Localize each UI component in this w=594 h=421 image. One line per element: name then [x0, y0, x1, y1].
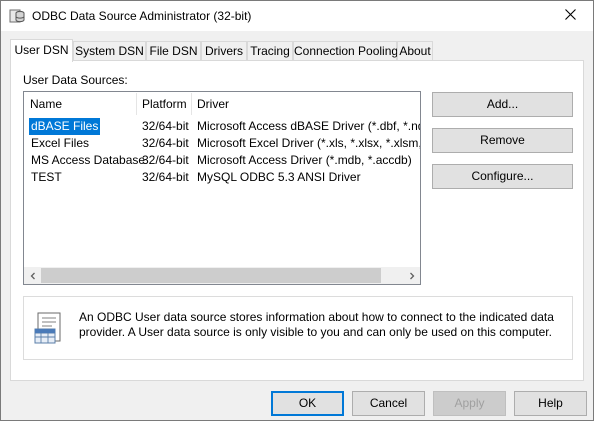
help-button[interactable]: Help	[514, 391, 587, 416]
list-item[interactable]: MS Access Database 32/64-bit Microsoft A…	[24, 152, 420, 169]
configure-button[interactable]: Configure...	[432, 164, 573, 189]
scroll-left-button[interactable]	[24, 267, 41, 284]
tab-drivers[interactable]: Drivers	[201, 41, 247, 60]
item-name: TEST	[31, 170, 62, 184]
scroll-thumb[interactable]	[41, 268, 381, 283]
column-header-platform[interactable]: Platform	[136, 92, 191, 116]
horizontal-scrollbar[interactable]	[24, 267, 420, 284]
item-driver: Microsoft Excel Driver (*.xls, *.xlsx, *…	[197, 136, 420, 150]
remove-button[interactable]: Remove	[432, 128, 573, 153]
tab-about[interactable]: About	[397, 41, 433, 60]
close-button[interactable]	[547, 1, 593, 31]
list-item[interactable]: Excel Files 32/64-bit Microsoft Excel Dr…	[24, 135, 420, 152]
chevron-right-icon	[408, 269, 416, 283]
apply-button[interactable]: Apply	[433, 391, 506, 416]
user-data-sources-label: User Data Sources:	[23, 73, 128, 87]
list-item[interactable]: TEST 32/64-bit MySQL ODBC 5.3 ANSI Drive…	[24, 169, 420, 186]
dialog-window: ODBC Data Source Administrator (32-bit) …	[0, 0, 594, 421]
cancel-button[interactable]: Cancel	[352, 391, 425, 416]
item-driver: Microsoft Access Driver (*.mdb, *.accdb)	[197, 153, 412, 167]
item-driver: Microsoft Access dBASE Driver (*.dbf, *.…	[197, 119, 420, 133]
item-name: Excel Files	[31, 136, 90, 150]
user-dsn-panel: User Data Sources: Name Platform Driver …	[10, 60, 584, 381]
close-icon	[564, 9, 576, 23]
scroll-right-button[interactable]	[403, 267, 420, 284]
tab-user-dsn[interactable]: User DSN	[10, 39, 73, 62]
list-header: Name Platform Driver	[24, 92, 420, 116]
window-title: ODBC Data Source Administrator (32-bit)	[32, 9, 252, 23]
list-item[interactable]: dBASE Files 32/64-bit Microsoft Access d…	[24, 118, 420, 135]
odbc-app-icon	[9, 8, 25, 24]
item-platform: 32/64-bit	[142, 119, 189, 133]
tab-system-dsn[interactable]: System DSN	[73, 41, 146, 60]
ok-button[interactable]: OK	[271, 391, 344, 416]
data-sources-list[interactable]: Name Platform Driver dBASE Files 32/64-b…	[23, 91, 421, 285]
column-header-driver[interactable]: Driver	[191, 92, 420, 116]
data-source-document-icon	[34, 311, 66, 347]
tab-connection-pooling[interactable]: Connection Pooling	[293, 41, 398, 60]
tab-tracing[interactable]: Tracing	[247, 41, 293, 60]
item-driver: MySQL ODBC 5.3 ANSI Driver	[197, 170, 361, 184]
item-platform: 32/64-bit	[142, 170, 189, 184]
item-name: MS Access Database	[31, 153, 146, 167]
info-box: An ODBC User data source stores informat…	[23, 296, 573, 360]
title-bar[interactable]: ODBC Data Source Administrator (32-bit)	[1, 1, 593, 31]
item-platform: 32/64-bit	[142, 136, 189, 150]
item-platform: 32/64-bit	[142, 153, 189, 167]
tab-file-dsn[interactable]: File DSN	[146, 41, 201, 60]
chevron-left-icon	[29, 269, 37, 283]
add-button[interactable]: Add...	[432, 92, 573, 117]
item-name: dBASE Files	[29, 118, 101, 135]
column-header-name[interactable]: Name	[24, 92, 136, 116]
info-description: An ODBC User data source stores informat…	[79, 310, 554, 339]
